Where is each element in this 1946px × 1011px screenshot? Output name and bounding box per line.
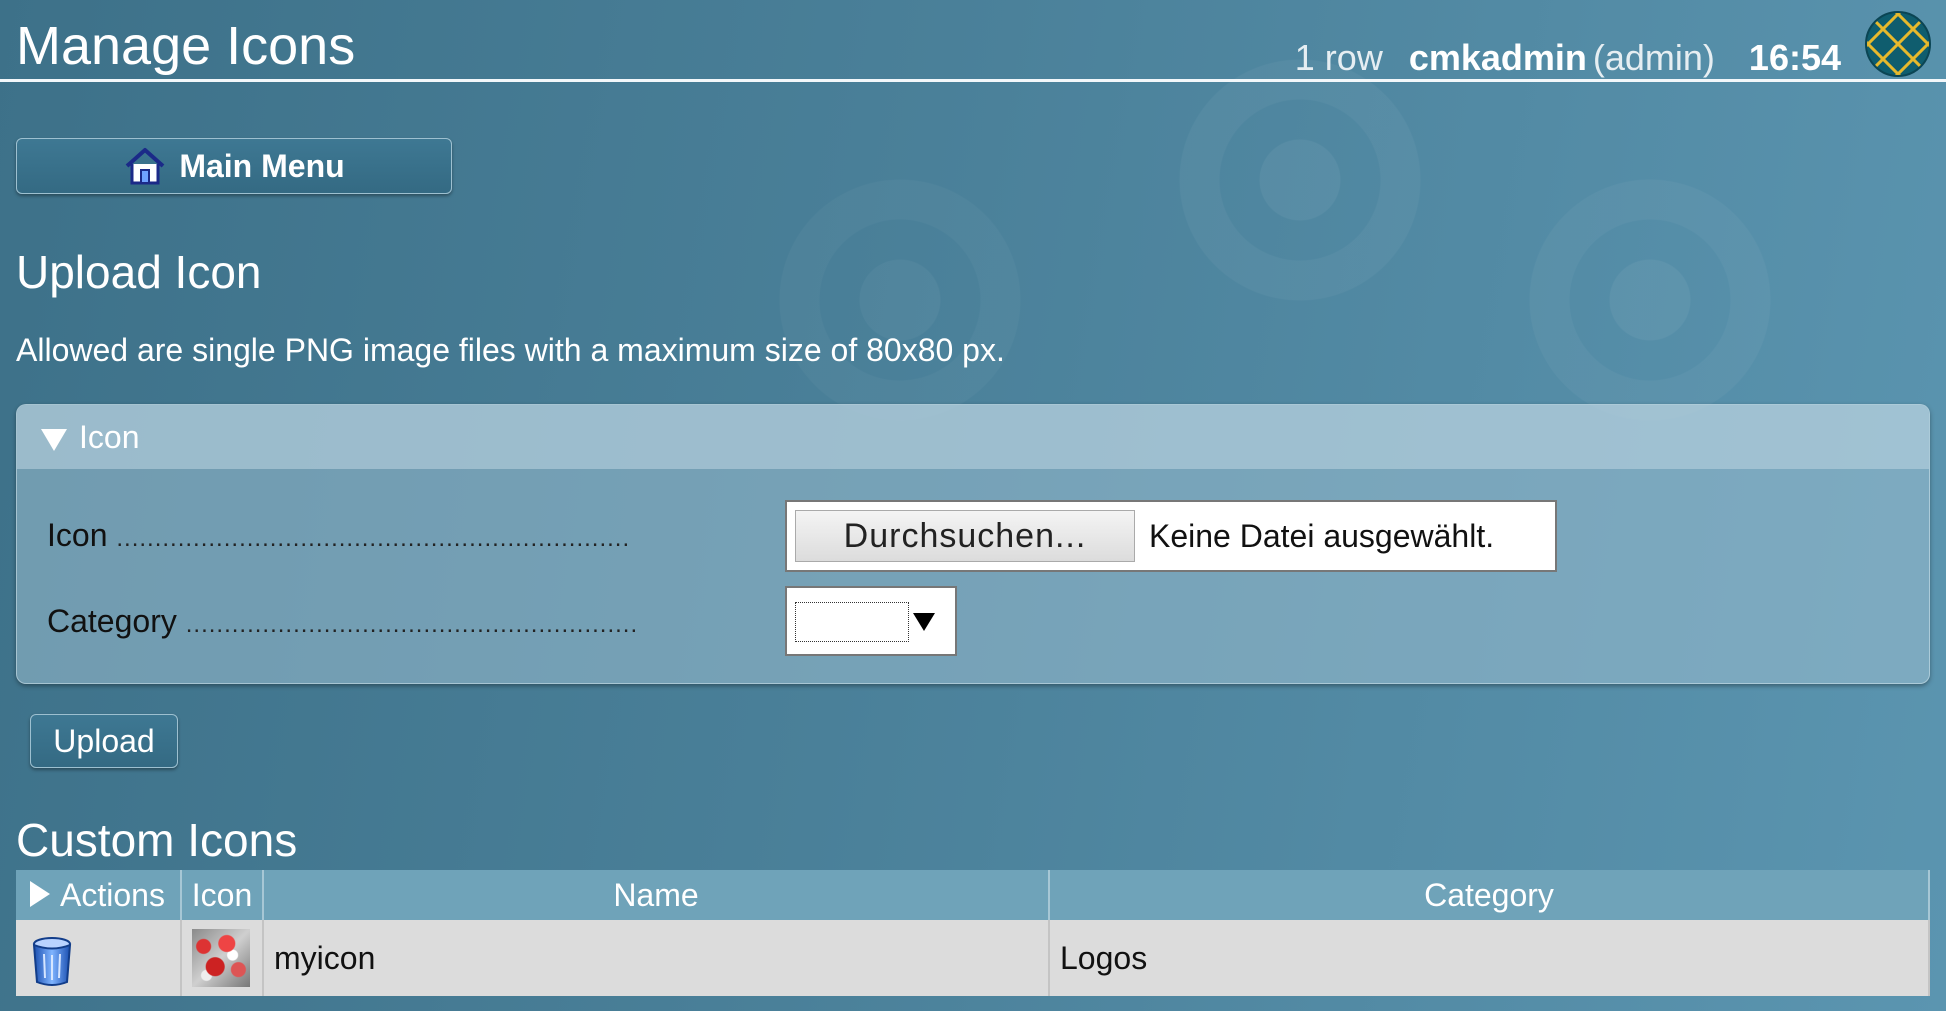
header-status: 1 row cmkadmin (admin) 16:54 [1269, 36, 1841, 80]
table-row: myicon Logos [16, 920, 1930, 996]
icon-label-dots: ........................................… [116, 525, 631, 552]
page-header: Manage Icons 1 row cmkadmin (admin) 16:54 [0, 0, 1946, 82]
upload-section-title: Upload Icon [16, 246, 262, 298]
column-category[interactable]: Category [1049, 870, 1930, 920]
category-label-text: Category [47, 603, 177, 639]
page-title: Manage Icons [16, 16, 356, 76]
row-actions [16, 920, 182, 996]
clock: 16:54 [1748, 37, 1841, 78]
icon-form-panel: Icon Icon ..............................… [16, 404, 1930, 684]
column-name[interactable]: Name [263, 870, 1050, 920]
row-name: myicon [263, 920, 1050, 996]
column-actions[interactable]: Actions [16, 870, 182, 920]
custom-icons-table: Actions Icon Name Category myicon Logos [16, 870, 1930, 996]
browse-button[interactable]: Durchsuchen... [795, 510, 1135, 562]
upload-button[interactable]: Upload [30, 714, 178, 768]
main-menu-button[interactable]: Main Menu [16, 138, 452, 194]
row-category: Logos [1049, 920, 1930, 996]
username[interactable]: cmkadmin [1409, 37, 1587, 78]
icon-field-label: Icon ...................................… [47, 517, 630, 554]
row-count: 1 row [1294, 37, 1383, 78]
upload-info-text: Allowed are single PNG image files with … [16, 332, 1005, 368]
custom-icon-thumbnail [192, 929, 250, 987]
trash-icon[interactable] [30, 936, 74, 988]
panel-title: Icon [79, 418, 140, 455]
category-selected-value [795, 602, 909, 642]
category-select[interactable] [785, 586, 957, 656]
custom-icons-title: Custom Icons [16, 814, 298, 866]
dropdown-arrow-icon [913, 613, 935, 631]
icon-label-text: Icon [47, 517, 108, 553]
main-menu-label: Main Menu [179, 147, 345, 184]
home-icon [125, 148, 165, 185]
file-upload-input[interactable]: Durchsuchen... Keine Datei ausgewählt. [785, 500, 1557, 572]
category-label-dots: ........................................… [185, 611, 639, 638]
user-role: (admin) [1592, 37, 1715, 78]
column-icon: Icon [181, 870, 264, 920]
globe-logo-icon[interactable] [1864, 10, 1932, 78]
category-field-label: Category ...............................… [47, 603, 638, 640]
file-status-text: Keine Datei ausgewählt. [1149, 517, 1495, 554]
collapse-triangle-icon[interactable] [41, 429, 67, 451]
row-icon-cell [181, 920, 264, 996]
expand-triangle-icon[interactable] [30, 881, 50, 908]
panel-header[interactable]: Icon [17, 405, 1929, 469]
column-actions-label: Actions [60, 876, 165, 913]
